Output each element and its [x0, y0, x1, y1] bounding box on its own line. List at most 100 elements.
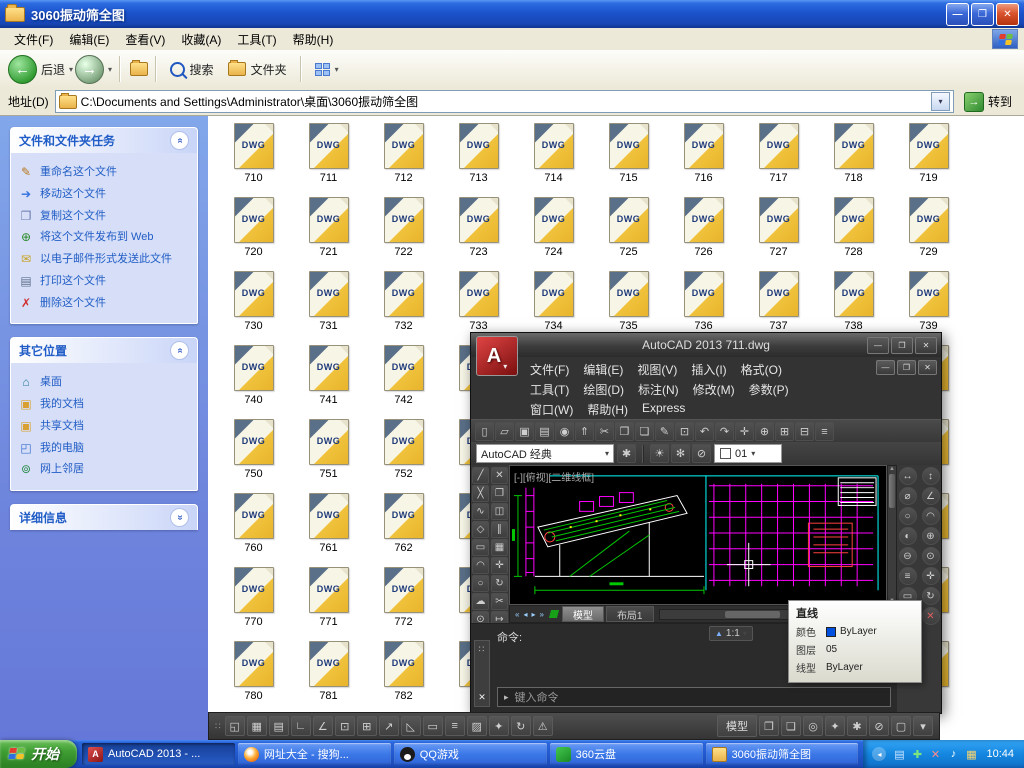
clock[interactable]: 10:44 — [986, 748, 1014, 760]
clean-screen-icon[interactable]: ▢ — [891, 716, 911, 736]
file-item[interactable]: DWG 751 — [291, 416, 366, 490]
file-item[interactable]: DWG 714 — [516, 120, 591, 194]
file-item[interactable]: DWG 717 — [741, 120, 816, 194]
plot-preview-icon[interactable]: ◉ — [555, 422, 574, 441]
layout-tab[interactable]: 布局1 — [606, 606, 654, 622]
layer-freeze-icon[interactable]: ✻ — [671, 444, 690, 463]
pan-icon[interactable]: ✛ — [735, 422, 754, 441]
file-item[interactable]: DWG 732 — [366, 268, 441, 342]
volume-icon[interactable]: ♪ — [946, 748, 960, 761]
file-item[interactable]: DWG 736 — [666, 268, 741, 342]
dim-center-icon[interactable]: ⊙ — [922, 547, 940, 565]
rotate-icon[interactable]: ↻ — [491, 575, 508, 592]
annotation-scale-button[interactable]: ▲ 1:1 ▾ — [709, 626, 753, 641]
polygon-icon[interactable]: ◇ — [472, 521, 489, 538]
cut-icon[interactable]: ✂ — [595, 422, 614, 441]
zoom-in-icon[interactable]: ⊕ — [922, 527, 940, 545]
zoom-out-icon[interactable]: ⊖ — [899, 547, 917, 565]
file-item[interactable]: DWG 727 — [741, 194, 816, 268]
autocad-menu-item[interactable]: 格式(O) — [734, 359, 789, 380]
expand-chevron-icon[interactable]: » — [170, 508, 189, 527]
zoom-previous-icon[interactable]: ⊟ — [795, 422, 814, 441]
zoom-window-icon[interactable]: ⊞ — [775, 422, 794, 441]
collapse-chevron-icon[interactable]: « — [170, 131, 189, 150]
other-places-header[interactable]: 其它位置 « — [10, 337, 198, 363]
autocad-menu-item[interactable]: Express — [635, 399, 692, 420]
minimize-button[interactable]: — — [946, 3, 969, 26]
status-menu-icon[interactable]: ▾ — [913, 716, 933, 736]
dim-baseline-icon[interactable]: ≡ — [899, 567, 917, 585]
dim-update-icon[interactable]: ↻ — [922, 587, 940, 605]
file-item[interactable]: DWG 771 — [291, 564, 366, 638]
folders-button[interactable]: 文件夹 — [222, 58, 293, 81]
autocad-menu-item[interactable]: 窗口(W) — [523, 399, 580, 420]
file-item[interactable]: DWG 720 — [216, 194, 291, 268]
autocad-menu-item[interactable]: 标注(N) — [631, 379, 686, 400]
mirror-icon[interactable]: ◫ — [491, 503, 508, 520]
paste-icon[interactable]: ❏ — [635, 422, 654, 441]
doc-minimize-button[interactable]: — — [876, 360, 895, 375]
explorer-titlebar[interactable]: 3060振动筛全图 —❐✕ — [0, 0, 1024, 28]
plot-icon[interactable]: ▤ — [535, 422, 554, 441]
save-icon[interactable]: ▣ — [515, 422, 534, 441]
dim-move-icon[interactable]: ✛ — [922, 567, 940, 585]
command-grip[interactable]: ∷ ✕ — [474, 640, 490, 707]
command-close-icon[interactable]: ✕ — [478, 692, 486, 703]
file-item[interactable]: DWG 734 — [516, 268, 591, 342]
file-item[interactable]: DWG 716 — [666, 120, 741, 194]
dim-diameter-icon[interactable]: ⌀ — [899, 487, 917, 505]
network-icon[interactable]: ▦ — [964, 748, 978, 761]
file-item[interactable]: DWG 782 — [366, 638, 441, 712]
file-item[interactable]: DWG 752 — [366, 416, 441, 490]
taskbar-button[interactable]: 3060振动筛全图 — [706, 743, 859, 765]
file-item[interactable]: DWG 710 — [216, 120, 291, 194]
drawing-viewport[interactable]: [-][俯视][二维线框] — [509, 465, 887, 605]
workspace-settings-icon[interactable]: ✱ — [617, 444, 636, 463]
file-item[interactable]: DWG 772 — [366, 564, 441, 638]
command-input[interactable]: ▸ 键入命令 — [497, 687, 891, 707]
dim-angular-icon[interactable]: ∠ — [922, 487, 940, 505]
autocad-menu-item[interactable]: 工具(T) — [523, 379, 576, 400]
selection-cycling-icon[interactable]: ↻ — [511, 716, 531, 736]
file-item[interactable]: DWG 781 — [291, 638, 366, 712]
zoom-realtime-icon[interactable]: ⊕ — [755, 422, 774, 441]
snap-mode-icon[interactable]: ▦ — [247, 716, 267, 736]
tab-first-icon[interactable]: « — [513, 610, 521, 619]
file-item[interactable]: DWG 733 — [441, 268, 516, 342]
revision-cloud-icon[interactable]: ☁ — [472, 593, 489, 610]
model-button[interactable]: 模型 — [717, 715, 757, 737]
place-link[interactable]: ▣ 共享文档 — [19, 420, 189, 434]
autocad-menu-item[interactable]: 参数(P) — [742, 379, 796, 400]
file-item[interactable]: DWG 735 — [591, 268, 666, 342]
start-button[interactable]: 开始 — [0, 740, 77, 768]
task-link[interactable]: ✗ 删除这个文件 — [19, 297, 189, 311]
copy-clip-icon[interactable]: ❐ — [615, 422, 634, 441]
alert-icon[interactable]: ✕ — [928, 748, 942, 761]
autocad-menu-item[interactable]: 编辑(E) — [576, 359, 630, 380]
file-item[interactable]: DWG 740 — [216, 342, 291, 416]
task-link[interactable]: ⊕ 将这个文件发布到 Web — [19, 231, 189, 245]
file-item[interactable]: DWG 713 — [441, 120, 516, 194]
file-item[interactable]: DWG 715 — [591, 120, 666, 194]
annotation-monitor-icon[interactable]: ⚠ — [533, 716, 553, 736]
dim-linear-icon[interactable]: ↔ — [899, 467, 917, 485]
construction-line-icon[interactable]: ╳ — [472, 485, 489, 502]
tray-collapse-icon[interactable]: ◂ — [872, 747, 886, 761]
file-item[interactable]: DWG 729 — [891, 194, 966, 268]
doc-close-button[interactable]: ✕ — [918, 360, 937, 375]
menu-item[interactable]: 编辑(E) — [61, 29, 117, 50]
close-button[interactable]: ✕ — [996, 3, 1019, 26]
quick-properties-icon[interactable]: ✦ — [489, 716, 509, 736]
menu-item[interactable]: 工具(T) — [229, 29, 284, 50]
dim-arc-icon[interactable]: ◠ — [922, 507, 940, 525]
file-item[interactable]: DWG 737 — [741, 268, 816, 342]
go-button[interactable]: → 转到 — [960, 92, 1016, 112]
object-snap-icon[interactable]: ⊡ — [335, 716, 355, 736]
toolbar-lock-icon[interactable]: ⊘ — [869, 716, 889, 736]
forward-dropdown-icon[interactable]: ▾ — [108, 65, 112, 74]
taskbar-button[interactable]: QQ游戏 — [394, 743, 547, 765]
new-icon[interactable]: ▯ — [475, 422, 494, 441]
acad-maximize-button[interactable]: ❐ — [891, 337, 913, 354]
trim-icon[interactable]: ✂ — [491, 593, 508, 610]
file-item[interactable]: DWG 712 — [366, 120, 441, 194]
